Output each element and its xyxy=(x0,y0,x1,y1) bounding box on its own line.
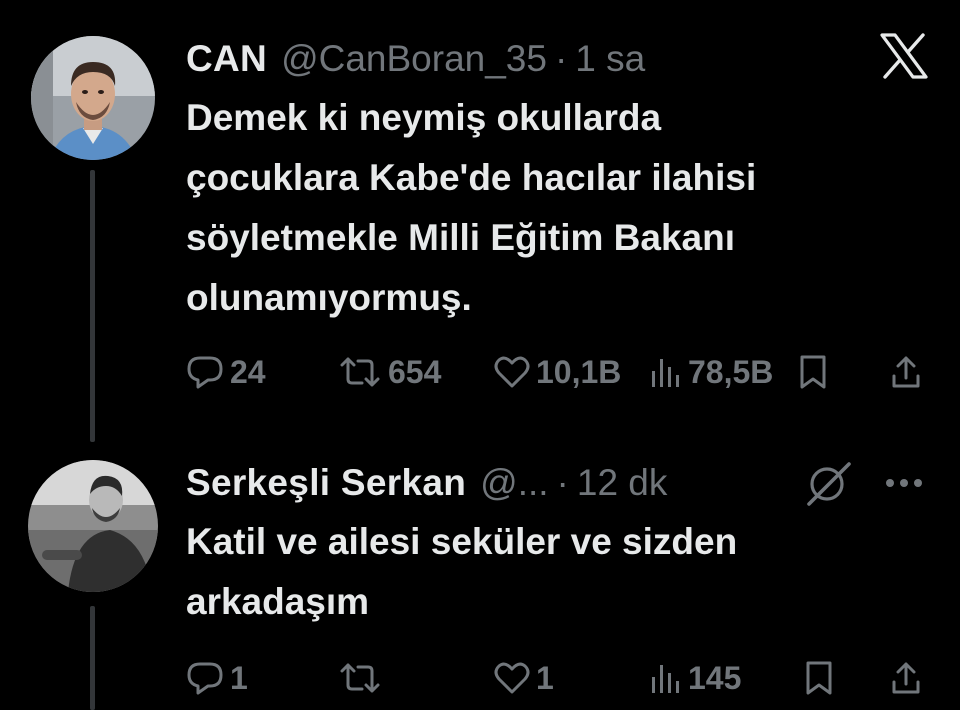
bookmark-icon xyxy=(800,355,826,389)
views-icon xyxy=(652,665,679,693)
grok-icon[interactable] xyxy=(803,458,855,513)
author-handle[interactable]: @CanBoran_35 xyxy=(281,38,547,80)
reply-reply-button[interactable]: 1 xyxy=(186,658,248,698)
reply-count: 24 xyxy=(230,353,266,390)
tweet-actions: 24 654 10,1B 78,5B xyxy=(186,352,930,392)
reply-actions: 1 1 145 xyxy=(186,658,930,698)
reply-author-name[interactable]: Serkeşli Serkan xyxy=(186,462,466,504)
tweet-timestamp[interactable]: 1 sa xyxy=(575,38,645,80)
like-button[interactable]: 10,1B xyxy=(494,352,621,392)
reply-icon xyxy=(187,662,223,695)
reply-reply-count: 1 xyxy=(230,659,248,696)
reply-repost-button[interactable] xyxy=(338,658,388,698)
repost-icon xyxy=(340,663,380,693)
avatar[interactable] xyxy=(31,36,155,160)
heart-icon xyxy=(494,662,530,694)
heart-icon xyxy=(494,356,530,388)
thread-line-bottom xyxy=(90,606,95,710)
reply-like-button[interactable]: 1 xyxy=(494,658,554,698)
tweet-header: CAN @CanBoran_35 · 1 sa xyxy=(186,38,645,80)
reply-share-button[interactable] xyxy=(890,658,922,698)
reply-text: Katil ve ailesi seküler ve sizden arkada… xyxy=(186,521,738,622)
header-separator: · xyxy=(554,38,568,79)
bookmark-icon xyxy=(806,661,832,695)
reply-button[interactable]: 24 xyxy=(186,352,266,392)
reply-header-separator: · xyxy=(556,462,569,503)
repost-count: 654 xyxy=(388,353,442,390)
reply-timestamp[interactable]: 12 dk xyxy=(577,462,668,504)
tweet-text: Demek ki neymiş okullarda çocuklara Kabe… xyxy=(186,97,757,318)
bookmark-button[interactable] xyxy=(798,352,828,392)
share-icon xyxy=(892,662,920,694)
reply-bookmark-button[interactable] xyxy=(804,658,834,698)
views-icon xyxy=(652,359,679,387)
reply-header: Serkeşli Serkan @... · 12 dk xyxy=(186,462,667,504)
repost-button[interactable]: 654 xyxy=(338,352,441,392)
reply-icon xyxy=(187,356,223,389)
reply-author-handle[interactable]: @... xyxy=(480,462,548,504)
more-icon[interactable] xyxy=(884,476,924,494)
view-count: 78,5B xyxy=(688,353,774,390)
repost-icon xyxy=(340,357,380,387)
reply-view-count: 145 xyxy=(688,659,742,696)
reply-views-button[interactable]: 145 xyxy=(650,658,741,698)
thread-line-top xyxy=(90,170,95,442)
views-button[interactable]: 78,5B xyxy=(650,352,773,392)
share-icon xyxy=(892,356,920,388)
x-logo-icon xyxy=(879,32,929,85)
like-count: 10,1B xyxy=(536,353,622,390)
reply-avatar[interactable] xyxy=(28,460,158,592)
author-name[interactable]: CAN xyxy=(186,38,267,80)
reply-like-count: 1 xyxy=(536,659,554,696)
share-button[interactable] xyxy=(890,352,922,392)
